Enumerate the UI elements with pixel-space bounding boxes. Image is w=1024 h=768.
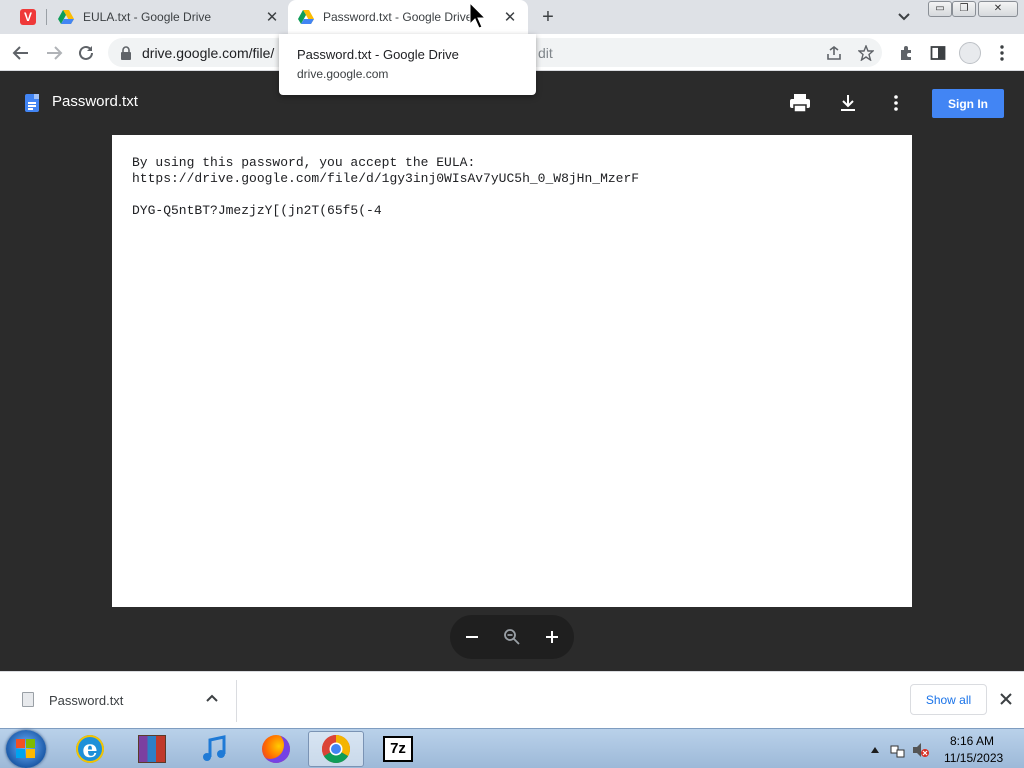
- winrar-icon: [138, 735, 166, 763]
- download-item-name[interactable]: Password.txt: [49, 693, 123, 708]
- window-close-button[interactable]: ✕: [978, 1, 1018, 17]
- zoom-reset-button[interactable]: [500, 625, 524, 649]
- tab-hover-card: Password.txt - Google Drive drive.google…: [279, 34, 536, 95]
- tab-strip: V EULA.txt - Google Drive ✕ Password.txt…: [0, 0, 1024, 34]
- minimize-button[interactable]: ▭: [928, 1, 952, 17]
- hover-card-title: Password.txt - Google Drive: [297, 47, 459, 62]
- profile-avatar[interactable]: [959, 42, 981, 64]
- extensions-button[interactable]: [894, 41, 918, 65]
- volume-muted-icon[interactable]: [912, 742, 930, 758]
- document-line-password: DYG-Q5ntBT?JmezjzY[(jn2T(65f5(-4: [132, 203, 382, 218]
- download-shelf: Password.txt Show all: [0, 671, 1024, 728]
- plus-icon: [546, 631, 558, 643]
- clock-date[interactable]: 11/15/2023: [944, 751, 1003, 765]
- taskbar-app[interactable]: e: [62, 731, 118, 767]
- google-drive-icon: [58, 10, 74, 24]
- tab-password[interactable]: Password.txt - Google Drive ✕: [288, 0, 528, 34]
- 7zip-icon: 7z: [383, 736, 413, 762]
- document-page: By using this password, you accept the E…: [112, 135, 912, 607]
- google-drive-icon: [298, 10, 314, 24]
- chrome-menu-button[interactable]: [990, 41, 1014, 65]
- taskbar-app[interactable]: [124, 731, 180, 767]
- vivaldi-icon[interactable]: V: [20, 9, 36, 25]
- taskbar-app-active[interactable]: [308, 731, 364, 767]
- tab-eula[interactable]: EULA.txt - Google Drive ✕: [58, 0, 286, 34]
- print-button[interactable]: [788, 92, 812, 114]
- close-icon[interactable]: [998, 691, 1014, 707]
- reload-icon: [79, 45, 93, 60]
- google-docs-file-icon: [25, 94, 39, 112]
- close-tab-icon[interactable]: ✕: [502, 9, 518, 26]
- document-title: Password.txt: [52, 93, 138, 110]
- more-vertical-icon: [894, 95, 898, 111]
- tab-separator: [46, 9, 47, 25]
- download-icon: [841, 95, 855, 111]
- arrow-left-icon: [12, 46, 28, 60]
- file-icon: [22, 692, 34, 707]
- more-vertical-icon: [1000, 45, 1004, 61]
- puzzle-icon: [901, 46, 911, 60]
- zoom-out-button[interactable]: [460, 625, 484, 649]
- tab-search-chevron-icon[interactable]: [895, 8, 913, 26]
- hover-card-host: drive.google.com: [297, 67, 389, 81]
- mouse-cursor-icon: [469, 2, 487, 29]
- document-line: By using this password, you accept the E…: [132, 155, 476, 170]
- url-tail-text: dit: [538, 45, 553, 61]
- firefox-icon: [262, 735, 290, 763]
- restore-button[interactable]: ❐: [952, 1, 976, 17]
- windows-taskbar: e 7z: [0, 728, 1024, 768]
- document-text: By using this password, you accept the E…: [132, 155, 639, 219]
- zoom-control: [450, 615, 574, 659]
- chevron-up-icon[interactable]: [204, 691, 220, 707]
- tab-title: EULA.txt - Google Drive: [83, 10, 212, 24]
- divider: [236, 680, 237, 722]
- chrome-icon: [322, 735, 350, 763]
- arrow-right-icon: [47, 46, 63, 60]
- share-icon[interactable]: [826, 45, 842, 61]
- taskbar-app[interactable]: [186, 731, 242, 767]
- zoom-in-button[interactable]: [540, 625, 564, 649]
- itunes-icon: [203, 735, 226, 761]
- more-actions-button[interactable]: [884, 92, 908, 114]
- magnifier-icon: [504, 629, 520, 645]
- side-panel-button[interactable]: [926, 41, 950, 65]
- side-panel-icon: [930, 46, 946, 60]
- taskbar-app[interactable]: [248, 731, 304, 767]
- url-text: drive.google.com/file/: [142, 45, 275, 61]
- reload-button[interactable]: [74, 41, 98, 65]
- forward-button[interactable]: [42, 41, 66, 65]
- network-icon[interactable]: [890, 742, 906, 758]
- document-line-link: https://drive.google.com/file/d/1gy3inj0…: [132, 171, 640, 186]
- bookmark-star-icon[interactable]: [858, 45, 874, 61]
- back-button[interactable]: [9, 41, 33, 65]
- show-all-button[interactable]: Show all: [910, 684, 987, 715]
- show-hidden-icons-icon[interactable]: [870, 746, 880, 754]
- download-button[interactable]: [836, 92, 860, 114]
- new-tab-button[interactable]: +: [538, 7, 558, 27]
- clock-time[interactable]: 8:16 AM: [950, 734, 994, 748]
- sign-in-button[interactable]: Sign In: [932, 89, 1004, 118]
- minus-icon: [466, 636, 478, 638]
- tab-title: Password.txt - Google Drive: [323, 10, 473, 24]
- close-tab-icon[interactable]: ✕: [264, 9, 280, 26]
- lock-icon: [121, 46, 131, 60]
- printer-icon: [790, 94, 810, 113]
- taskbar-app[interactable]: 7z: [370, 731, 426, 767]
- internet-explorer-icon: e: [76, 735, 104, 763]
- start-button[interactable]: [6, 730, 46, 768]
